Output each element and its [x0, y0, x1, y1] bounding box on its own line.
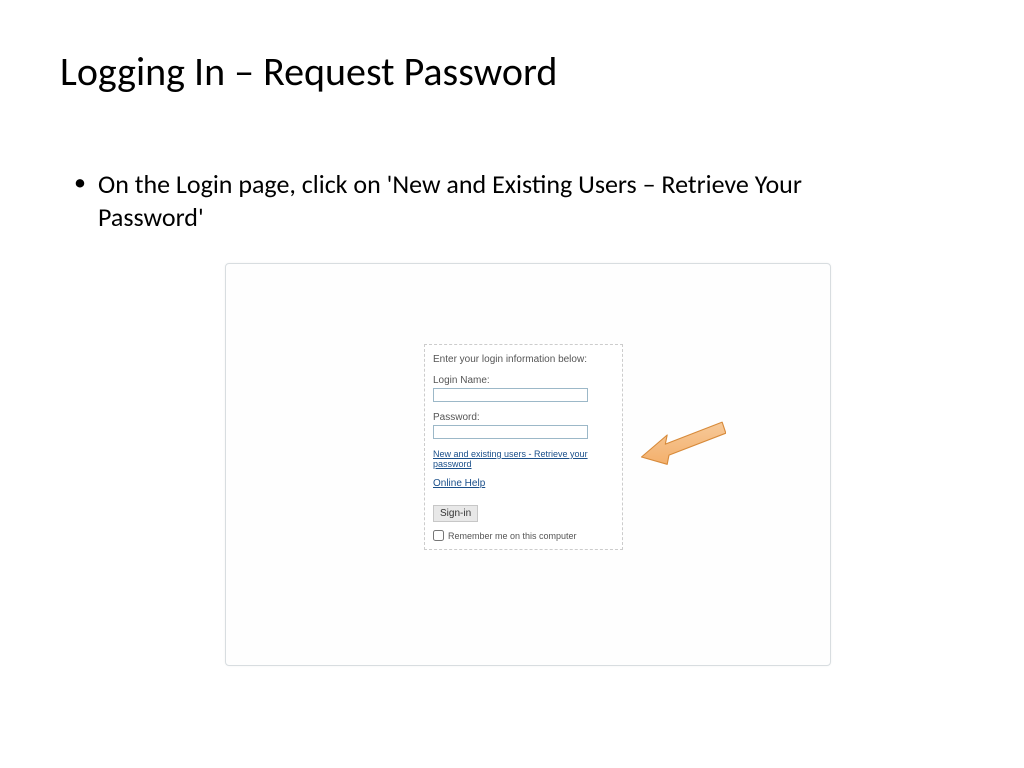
sign-in-button[interactable]: Sign-in [433, 505, 478, 522]
screenshot-frame: Enter your login information below: Logi… [225, 263, 831, 666]
remember-me-checkbox[interactable] [433, 530, 444, 541]
login-instruction: Enter your login information below: [433, 354, 614, 365]
remember-me-row[interactable]: Remember me on this computer [433, 530, 614, 541]
login-panel: Enter your login information below: Logi… [424, 344, 623, 550]
remember-me-label: Remember me on this computer [448, 531, 577, 541]
retrieve-password-link[interactable]: New and existing users - Retrieve your p… [433, 449, 614, 469]
login-name-label: Login Name: [433, 375, 614, 386]
password-label: Password: [433, 412, 614, 423]
login-name-input[interactable] [433, 388, 588, 402]
slide-title: Logging In – Request Password [60, 47, 557, 96]
callout-arrow-icon [634, 413, 726, 468]
password-input[interactable] [433, 425, 588, 439]
bullet-1: On the Login page, click on 'New and Exi… [98, 168, 878, 233]
slide: Logging In – Request Password On the Log… [0, 0, 1024, 768]
online-help-link[interactable]: Online Help [433, 478, 614, 489]
